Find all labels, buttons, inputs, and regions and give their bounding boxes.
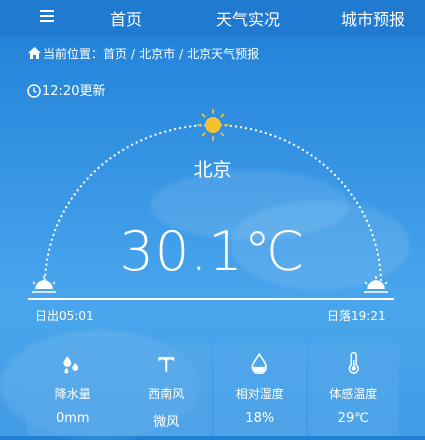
horizon-line <box>28 298 394 300</box>
raindrops-icon <box>63 356 79 374</box>
wind-card: 西南风 微风 <box>120 343 212 436</box>
humidity-card: 相对湿度 18% <box>214 343 306 436</box>
sun-icon <box>197 109 229 141</box>
sunrise-time: 日出05:01 <box>35 309 94 323</box>
weather-detail-cards: 降水量 0mm 西南风 微风 相对湿度 18% 体感温度 29℃ <box>27 343 399 436</box>
sunset-time: 日落19:21 <box>327 309 386 323</box>
thermometer-icon <box>348 352 359 374</box>
humidity-label: 相对湿度 <box>235 387 284 401</box>
wind-direction-label: 西南风 <box>148 387 185 401</box>
city-name: 北京 <box>193 159 232 181</box>
current-temperature: 30.1℃ <box>119 220 306 283</box>
feels-like-label: 体感温度 <box>329 387 378 401</box>
humidity-drop-icon <box>251 352 267 374</box>
wind-vane-icon <box>157 357 174 372</box>
precipitation-label: 降水量 <box>54 387 91 401</box>
precipitation-card: 降水量 0mm <box>27 343 119 436</box>
feels-like-value: 29℃ <box>337 411 369 426</box>
humidity-value: 18% <box>245 411 275 426</box>
feels-like-card: 体感温度 29℃ <box>307 343 399 436</box>
wind-strength-value: 微风 <box>153 415 180 430</box>
precipitation-value: 0mm <box>55 411 90 426</box>
